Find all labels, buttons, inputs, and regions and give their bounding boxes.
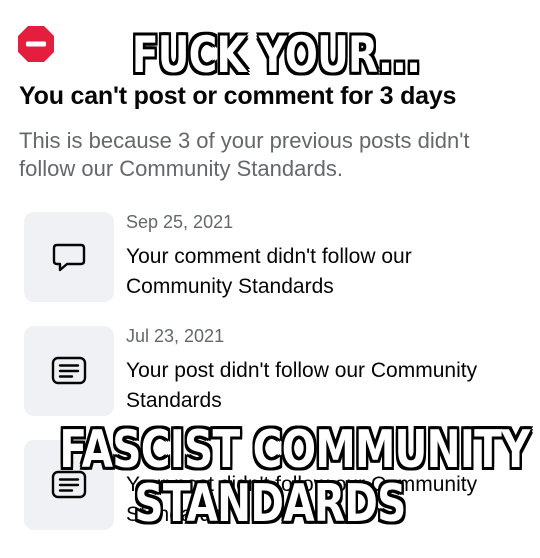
post-lines-icon [51,356,87,385]
violation-date: Sep 25, 2021 [126,212,234,232]
restriction-description: This is because 3 of your previous posts… [19,128,470,181]
stop-icon [18,26,54,62]
meme-caption-top: FUCK YOUR... [131,26,421,84]
meme-caption-bottom-line1: FASCIST COMMUNITY [59,420,530,480]
violation-item[interactable]: Sep 25, 2021 Your comment didn't follow … [24,212,524,304]
violation-item[interactable]: Jul 23, 2021 Your post didn't follow our… [24,326,524,418]
violation-message: Your comment didn't follow our Community… [126,245,412,298]
violation-message: Your post didn't follow our Community St… [126,359,478,412]
violation-thumbnail [24,212,114,302]
meme-caption-bottom-line2: STANDARDS [134,474,406,534]
restriction-title: You can't post or comment for 3 days [19,82,457,110]
comment-bubble-icon [52,243,86,272]
violation-date: Jul 23, 2021 [126,326,225,346]
violation-thumbnail [24,326,114,416]
